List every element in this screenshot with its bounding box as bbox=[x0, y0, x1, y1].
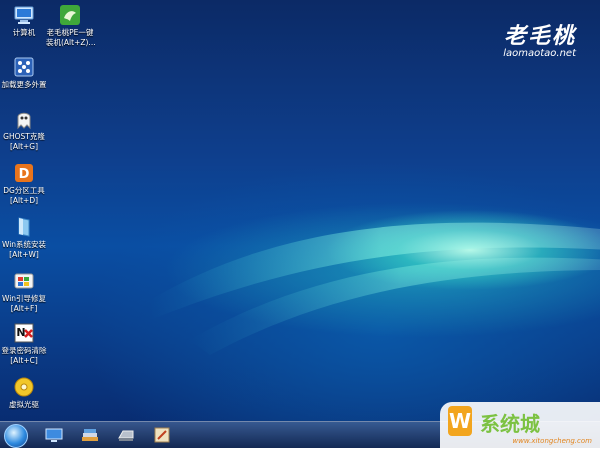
desktop-icon-shortcut: [Alt+C] bbox=[10, 356, 38, 365]
partition-tool-icon: D bbox=[13, 162, 35, 184]
desktop-icon-label: 计算机 bbox=[12, 28, 36, 37]
books-icon[interactable] bbox=[80, 425, 100, 445]
desktop-icon-boot-repair[interactable]: Win引导修复 [Alt+F] bbox=[0, 270, 48, 314]
desktop-icon-shortcut: [Alt+W] bbox=[9, 250, 39, 259]
load-more-icon bbox=[13, 56, 35, 78]
desktop-icon-shortcut: [Alt+F] bbox=[10, 304, 38, 313]
brand-url: laomaotao.net bbox=[503, 48, 576, 59]
desktop-icon-ghost[interactable]: GHOST克隆 [Alt+G] bbox=[0, 108, 48, 152]
desktop-icon-label: Win引导修复 bbox=[1, 294, 47, 303]
drive-icon[interactable] bbox=[116, 425, 136, 445]
desktop-icon-label: 登录密码清除 bbox=[1, 346, 47, 355]
start-orb-icon[interactable] bbox=[4, 424, 28, 448]
desktop-icon-shortcut: 装机(Alt+Z)... bbox=[46, 38, 96, 47]
desktop-icon-win-install[interactable]: Win系统安装 [Alt+W] bbox=[0, 216, 48, 260]
brand-name: 老毛桃 bbox=[503, 23, 576, 49]
desktop-background bbox=[0, 0, 600, 448]
watermark-url: www.xitongcheng.com bbox=[512, 437, 592, 445]
password-clear-icon: N bbox=[13, 322, 35, 344]
desktop-icon-pe-install[interactable]: 老毛桃PE一键 装机(Alt+Z)... bbox=[46, 4, 96, 48]
win-install-icon bbox=[13, 216, 35, 238]
site-watermark: W 系统城 www.xitongcheng.com bbox=[440, 402, 600, 448]
desktop-icon-shortcut: [Alt+G] bbox=[9, 142, 39, 151]
desktop-icon-label: 老毛桃PE一键 bbox=[46, 28, 94, 37]
computer-icon bbox=[13, 4, 35, 26]
desktop-icon-password-clear[interactable]: N 登录密码清除 [Alt+C] bbox=[0, 322, 48, 366]
tool-icon[interactable] bbox=[152, 425, 172, 445]
watermark-text: 系统城 bbox=[480, 412, 540, 436]
desktop-icon-shortcut: [Alt+D] bbox=[9, 196, 39, 205]
desktop-icon-label: DG分区工具 bbox=[3, 186, 45, 195]
desktop-icon-label: 虚拟光驱 bbox=[9, 400, 39, 409]
light-swoosh bbox=[150, 222, 600, 355]
ghost-icon bbox=[13, 108, 35, 130]
desktop-icon-load-more[interactable]: 加载更多外置 bbox=[0, 56, 48, 90]
watermark-logo: W bbox=[448, 406, 472, 436]
desktop-icon-label: 加载更多外置 bbox=[1, 80, 47, 89]
svg-text:N: N bbox=[16, 326, 25, 339]
desktop-icon-label: GHOST克隆 bbox=[3, 132, 45, 141]
desktop-icon-label: Win系统安装 bbox=[1, 240, 47, 249]
monitor-icon[interactable] bbox=[44, 425, 64, 445]
desktop-icon-computer[interactable]: 计算机 bbox=[0, 4, 48, 38]
desktop-icon-partition-tool[interactable]: D DG分区工具 [Alt+D] bbox=[0, 162, 48, 206]
brand-logo: 老毛桃 laomaotao.net bbox=[503, 18, 576, 59]
desktop-icon-virtual-drive[interactable]: 虚拟光驱 bbox=[0, 376, 48, 410]
svg-text:D: D bbox=[19, 167, 30, 182]
boot-repair-icon bbox=[13, 270, 35, 292]
pe-install-icon bbox=[59, 4, 81, 26]
virtual-drive-icon bbox=[13, 376, 35, 398]
